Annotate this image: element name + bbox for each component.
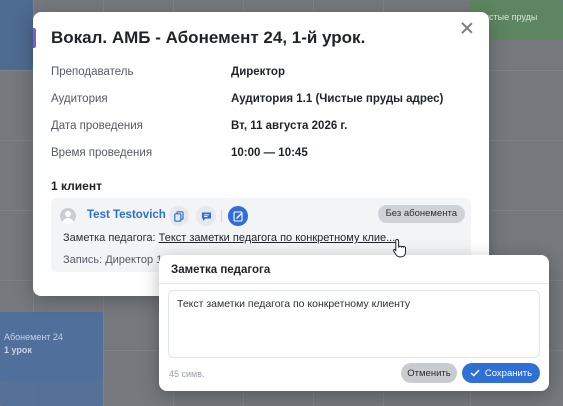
info-label: Преподаватель xyxy=(51,66,134,78)
info-label: Дата проведения xyxy=(51,120,143,132)
copy-icon[interactable] xyxy=(169,206,189,226)
info-value: Вт, 11 августа 2026 г. xyxy=(231,120,348,132)
popup-title: Заметка педагога xyxy=(171,264,271,276)
clients-count: 1 клиент xyxy=(51,179,102,193)
cancel-button[interactable]: Отменить xyxy=(401,363,457,383)
teacher-note-label: Заметка педагога: xyxy=(63,232,156,244)
divider xyxy=(159,283,549,284)
divider xyxy=(221,210,222,222)
modal-title: Вокал. АМБ - Абонемент 24, 1-й урок. xyxy=(51,28,366,47)
info-value: Аудитория 1.1 (Чистые пруды адрес) xyxy=(231,93,444,105)
info-label: Аудитория xyxy=(51,93,108,105)
calendar-event-title: Абонемент 24 xyxy=(4,332,63,342)
note-textarea[interactable]: Текст заметки педагога по конкретному кл… xyxy=(168,290,540,358)
teacher-note-popup: Заметка педагога Текст заметки педагога … xyxy=(159,255,549,391)
info-value: 10:00 — 10:45 xyxy=(231,147,308,159)
teacher-note-line: Заметка педагога: Текст заметки педагога… xyxy=(63,232,395,244)
info-value: Директор xyxy=(231,66,285,78)
close-icon[interactable] xyxy=(459,20,475,36)
save-button-label: Сохранить xyxy=(484,367,533,379)
calendar-event-subtitle: 1 урок xyxy=(4,345,32,355)
subscription-status-badge: Без абонемента xyxy=(377,205,465,223)
edit-note-icon[interactable] xyxy=(228,206,248,226)
avatar-icon xyxy=(60,208,76,224)
calendar-event[interactable] xyxy=(0,382,103,406)
client-name-link[interactable]: Test Testovich xyxy=(87,209,166,221)
calendar-event[interactable] xyxy=(0,0,33,70)
teacher-note-link[interactable]: Текст заметки педагога по конкретному кл… xyxy=(159,232,396,244)
char-counter: 45 симв. xyxy=(169,369,205,379)
save-button[interactable]: Сохранить xyxy=(462,363,540,383)
chat-icon[interactable] xyxy=(196,206,216,226)
record-info: Запись: Директор 1 xyxy=(63,254,163,266)
info-label: Время проведения xyxy=(51,147,153,159)
title-accent-bar xyxy=(33,28,36,48)
lesson-modal: Вокал. АМБ - Абонемент 24, 1-й урок. Пре… xyxy=(33,12,489,296)
pointer-cursor-icon xyxy=(392,238,406,258)
check-icon xyxy=(470,369,480,377)
